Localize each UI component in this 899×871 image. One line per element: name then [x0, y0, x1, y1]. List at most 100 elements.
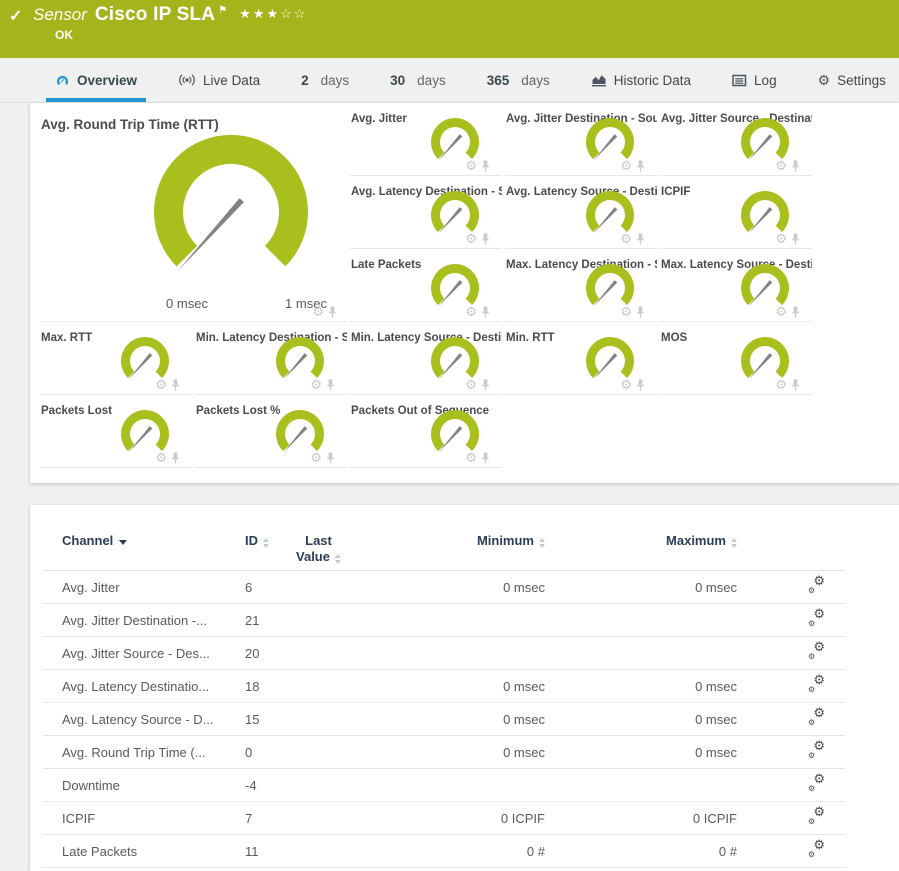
star-empty-icon[interactable]: ☆: [294, 6, 308, 21]
channel-settings-gears-icon[interactable]: ⚙⚙: [808, 808, 825, 825]
gear-icon[interactable]: ⚙: [310, 378, 322, 391]
gear-icon[interactable]: ⚙: [310, 451, 322, 464]
table-row: Avg. Jitter 6 0 msec 0 msec ⚙⚙: [43, 571, 845, 604]
channel-minimum: 0 ICPIF: [361, 811, 545, 826]
star-rating[interactable]: ★★★☆☆: [239, 6, 307, 22]
channel-id: -4: [231, 778, 276, 793]
tab-overview[interactable]: Overview: [46, 58, 146, 102]
channel-id: 18: [231, 679, 276, 694]
gear-icon[interactable]: ⚙: [155, 378, 167, 391]
pin-icon[interactable]: [326, 452, 335, 464]
gear-icon[interactable]: ⚙: [775, 232, 787, 245]
pin-icon[interactable]: [326, 379, 335, 391]
tab-settings[interactable]: ⚙ Settings: [809, 58, 895, 102]
column-header-last-value[interactable]: Last Value: [296, 533, 341, 565]
channel-name: Avg. Jitter Destination -...: [43, 613, 231, 628]
channel-settings-gears-icon[interactable]: ⚙⚙: [808, 643, 825, 660]
pin-icon[interactable]: [636, 306, 645, 318]
gear-icon[interactable]: ⚙: [155, 451, 167, 464]
channel-settings-gears-icon[interactable]: ⚙⚙: [808, 709, 825, 726]
gauge-cell: Avg. Jitter ⚙: [350, 110, 502, 176]
gauge-icon: [55, 73, 70, 87]
pin-icon[interactable]: [791, 306, 800, 318]
gear-icon[interactable]: ⚙: [620, 159, 632, 172]
pin-icon[interactable]: [171, 379, 180, 391]
table-row: Avg. Jitter Source - Des... 20 ⚙⚙: [43, 637, 845, 670]
area-chart-icon: [591, 73, 607, 87]
gear-icon[interactable]: ⚙: [465, 305, 477, 318]
pin-icon[interactable]: [791, 160, 800, 172]
gear-icon[interactable]: ⚙: [465, 378, 477, 391]
tab-live-data[interactable]: Live Data: [169, 58, 269, 102]
tab-365-days[interactable]: 365 days: [478, 58, 559, 102]
tab-historic-data[interactable]: Historic Data: [582, 58, 700, 102]
star-empty-icon[interactable]: ☆: [280, 6, 294, 21]
pin-icon[interactable]: [481, 233, 490, 245]
gear-icon[interactable]: ⚙: [620, 305, 632, 318]
status-badge: OK: [55, 28, 73, 42]
tab-30-days[interactable]: 30 days: [381, 58, 455, 102]
gear-icon[interactable]: ⚙: [775, 305, 787, 318]
column-header-minimum[interactable]: Minimum: [477, 533, 545, 549]
star-filled-icon[interactable]: ★: [253, 6, 267, 21]
channel-id: 6: [231, 580, 276, 595]
column-header-id[interactable]: ID: [245, 533, 269, 549]
pin-icon[interactable]: [791, 379, 800, 391]
channel-id: 21: [231, 613, 276, 628]
gear-icon: ⚙: [818, 73, 831, 87]
pin-icon[interactable]: [481, 379, 490, 391]
gauge-cell: Min. RTT ⚙: [505, 329, 657, 395]
tab-2-days[interactable]: 2 days: [292, 58, 358, 102]
channel-maximum: 0 msec: [545, 679, 737, 694]
gear-icon[interactable]: ⚙: [465, 159, 477, 172]
gear-icon[interactable]: ⚙: [312, 305, 324, 318]
channel-maximum: 0 msec: [545, 580, 737, 595]
channel-maximum: 0 msec: [545, 712, 737, 727]
flag-icon[interactable]: ⚑: [218, 5, 227, 16]
pin-icon[interactable]: [481, 452, 490, 464]
gauge-cell: Max. RTT ⚙: [40, 329, 192, 395]
channel-settings-gears-icon[interactable]: ⚙⚙: [808, 577, 825, 594]
gauge-cell: Avg. Latency Source - Destin... ⚙: [505, 183, 657, 249]
pin-icon[interactable]: [636, 233, 645, 245]
sensor-header-bar: ✓ Sensor Cisco IP SLA ⚑ ★★★☆☆ OK: [0, 0, 899, 58]
gear-icon[interactable]: ⚙: [775, 159, 787, 172]
pin-icon[interactable]: [791, 233, 800, 245]
column-header-maximum[interactable]: Maximum: [666, 533, 737, 549]
gear-icon[interactable]: ⚙: [465, 232, 477, 245]
channel-settings-gears-icon[interactable]: ⚙⚙: [808, 676, 825, 693]
channel-name: Late Packets: [43, 844, 231, 859]
channel-settings-gears-icon[interactable]: ⚙⚙: [808, 775, 825, 792]
pin-icon[interactable]: [171, 452, 180, 464]
table-row: Avg. Jitter Destination -... 21 ⚙⚙: [43, 604, 845, 637]
gear-icon[interactable]: ⚙: [775, 378, 787, 391]
star-filled-icon[interactable]: ★: [239, 6, 253, 21]
gear-icon[interactable]: ⚙: [620, 232, 632, 245]
channel-id: 7: [231, 811, 276, 826]
gauge-cell: Avg. Latency Destination - So... ⚙: [350, 183, 502, 249]
channel-settings-gears-icon[interactable]: ⚙⚙: [808, 841, 825, 858]
channel-settings-gears-icon[interactable]: ⚙⚙: [808, 742, 825, 759]
channel-name: Avg. Jitter: [43, 580, 231, 595]
table-row: Avg. Latency Source - D... 15 0 msec 0 m…: [43, 703, 845, 736]
channel-table-panel: Channel ID Last Value Minimum: [30, 505, 899, 871]
pin-icon[interactable]: [328, 306, 337, 318]
tab-log[interactable]: Log: [723, 58, 786, 102]
gear-icon[interactable]: ⚙: [465, 451, 477, 464]
channel-table-header: Channel ID Last Value Minimum: [43, 533, 845, 571]
pin-icon[interactable]: [636, 160, 645, 172]
table-row: Avg. Round Trip Time (... 0 0 msec 0 mse…: [43, 736, 845, 769]
channel-id: 0: [231, 745, 276, 760]
star-filled-icon[interactable]: ★: [266, 6, 280, 21]
pin-icon[interactable]: [481, 306, 490, 318]
sort-icon: [731, 538, 737, 548]
column-header-channel[interactable]: Channel: [62, 533, 127, 549]
pin-icon[interactable]: [636, 379, 645, 391]
pin-icon[interactable]: [481, 160, 490, 172]
channel-id: 20: [231, 646, 276, 661]
channel-settings-gears-icon[interactable]: ⚙⚙: [808, 610, 825, 627]
status-check-icon: ✓: [9, 6, 22, 26]
gear-icon[interactable]: ⚙: [620, 378, 632, 391]
broadcast-icon: [178, 73, 196, 87]
tab-bar: Overview Live Data 2 days 30 days 365 da…: [0, 58, 899, 103]
